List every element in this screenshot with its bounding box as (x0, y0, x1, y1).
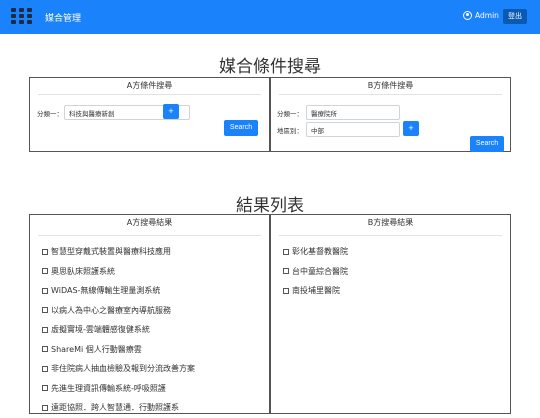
results-heading: 結果列表 (236, 196, 304, 216)
panel-a-results-title: A方搜尋結果 (126, 218, 173, 227)
search-button-b[interactable]: Search (470, 136, 504, 152)
divider (38, 94, 261, 95)
panel-b-results-title: B方搜尋結果 (367, 218, 414, 227)
item-label: 奧思臥床照護系統 (51, 266, 115, 276)
app-grid-icon[interactable] (11, 8, 32, 25)
list-item[interactable]: ShareMi 個人行動醫療雲 (42, 340, 195, 360)
checkbox[interactable] (42, 326, 48, 333)
list-item[interactable]: 以病人為中心之醫療室內導航服務 (42, 301, 195, 321)
search-panel-b: B方條件搜尋 分類一： 地區別： + Search (270, 77, 511, 152)
checkbox[interactable] (42, 248, 48, 255)
list-item[interactable]: 彰化基督教醫院 (283, 242, 348, 262)
panel-a-title: A方條件搜尋 (126, 81, 173, 90)
list-item[interactable]: 非住院病人抽血檢驗及報到分流改善方案 (42, 359, 195, 379)
item-label: 以病人為中心之醫療室內導航服務 (51, 305, 171, 315)
search-panel-a: A方條件搜尋 分類一： + Search (29, 77, 270, 152)
checkbox[interactable] (42, 268, 48, 275)
item-label: WiDAS-無線傳輸生理量測系統 (51, 286, 161, 296)
user-icon (463, 11, 472, 20)
app-title[interactable]: 媒合管理 (45, 11, 81, 24)
divider (279, 235, 502, 236)
item-label: 台中童綜合醫院 (292, 266, 348, 276)
search-heading: 媒合條件搜尋 (219, 57, 321, 77)
list-item[interactable]: 台中童綜合醫院 (283, 262, 348, 282)
list-item[interactable]: 奧思臥床照護系統 (42, 262, 195, 282)
checkbox[interactable] (42, 287, 48, 294)
list-item[interactable]: 虛擬實境-雲端體感復健系統 (42, 320, 195, 340)
checkbox[interactable] (42, 365, 48, 372)
checkbox[interactable] (42, 404, 48, 411)
list-item[interactable]: 南投埔里醫院 (283, 281, 348, 301)
item-label: ShareMi 個人行動醫療雲 (51, 344, 142, 354)
list-item[interactable]: WiDAS-無線傳輸生理量測系統 (42, 281, 195, 301)
checkbox[interactable] (283, 287, 289, 294)
category-input[interactable] (306, 105, 400, 120)
results-panel-b: B方搜尋結果 彰化基督教醫院 台中童綜合醫院 南投埔里醫院 (270, 214, 511, 414)
item-label: 智慧型穿戴式裝置與醫療科技應用 (51, 247, 171, 257)
add-condition-button[interactable]: + (403, 121, 419, 136)
item-label: 遠距協照．跨人智慧通．行動照護系 (51, 403, 179, 413)
region-input[interactable] (306, 122, 400, 137)
search-button-a[interactable]: Search (224, 120, 258, 136)
panel-b-title: B方條件搜尋 (367, 81, 414, 90)
add-condition-button[interactable]: + (163, 104, 179, 119)
list-item[interactable]: 遠距協照．跨人智慧通．行動照護系 (42, 398, 195, 418)
checkbox[interactable] (42, 385, 48, 392)
category-label: 分類一： (37, 110, 63, 118)
checkbox[interactable] (42, 346, 48, 353)
item-label: 彰化基督教醫院 (292, 247, 348, 257)
item-label: 非住院病人抽血檢驗及報到分流改善方案 (51, 364, 195, 374)
item-label: 虛擬實境-雲端體感復健系統 (51, 325, 150, 335)
divider (38, 235, 261, 236)
user-menu[interactable]: Admin (463, 11, 499, 20)
checkbox[interactable] (283, 268, 289, 275)
top-navbar: 媒合管理 Admin 登出 (0, 0, 540, 34)
checkbox[interactable] (42, 307, 48, 314)
results-list-a: 智慧型穿戴式裝置與醫療科技應用 奧思臥床照護系統 WiDAS-無線傳輸生理量測系… (42, 242, 195, 418)
item-label: 南投埔里醫院 (292, 286, 340, 296)
list-item[interactable]: 智慧型穿戴式裝置與醫療科技應用 (42, 242, 195, 262)
user-name: Admin (475, 11, 499, 20)
list-item[interactable]: 先進生理資訊傳輸系統-呼吸照護 (42, 379, 195, 399)
checkbox[interactable] (283, 248, 289, 255)
logout-button[interactable]: 登出 (503, 9, 527, 24)
divider (279, 94, 502, 95)
results-list-b: 彰化基督教醫院 台中童綜合醫院 南投埔里醫院 (283, 242, 348, 301)
category-label: 分類一： (277, 110, 303, 118)
region-label: 地區別： (277, 127, 303, 135)
results-panel-a: A方搜尋結果 智慧型穿戴式裝置與醫療科技應用 奧思臥床照護系統 WiDAS-無線… (29, 214, 270, 414)
item-label: 先進生理資訊傳輸系統-呼吸照護 (51, 383, 166, 393)
